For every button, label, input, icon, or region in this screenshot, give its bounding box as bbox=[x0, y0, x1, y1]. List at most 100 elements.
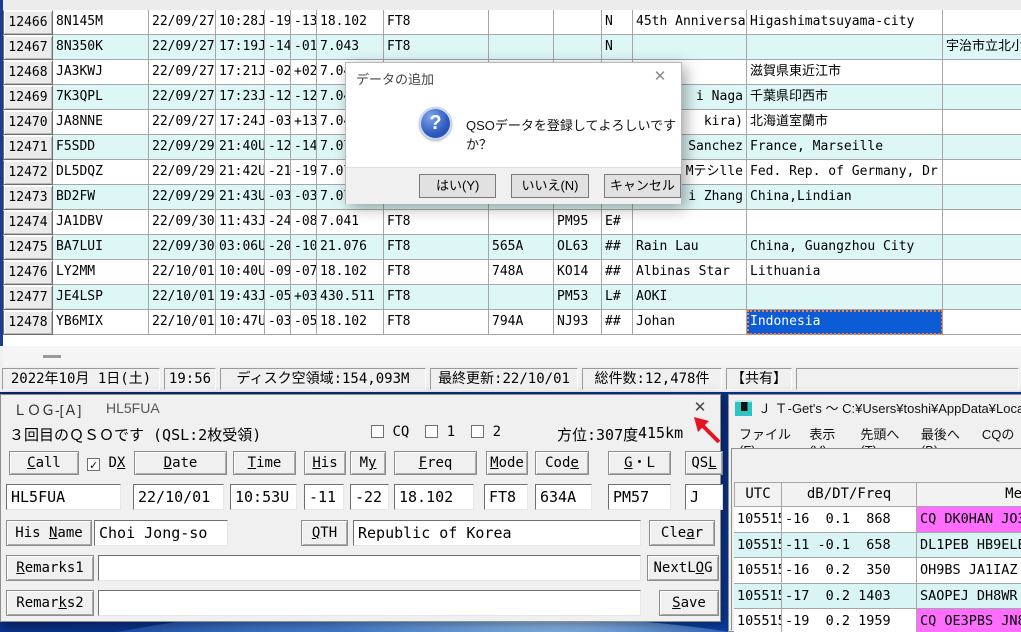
cell-remarks[interactable] bbox=[943, 260, 1021, 285]
cell-mode[interactable]: FT8 bbox=[384, 285, 489, 310]
cell-freq[interactable]: 430.511 bbox=[317, 285, 384, 310]
cell-qsl[interactable]: E# bbox=[602, 210, 633, 235]
cell-call[interactable]: LY2MM bbox=[53, 260, 149, 285]
cell-mode[interactable]: FT8 bbox=[384, 210, 489, 235]
field-input-freq[interactable]: 18.102 bbox=[394, 484, 474, 510]
field-button-freq[interactable]: Freq bbox=[394, 451, 477, 475]
remarks2-input[interactable] bbox=[98, 590, 641, 616]
jt-cell-msg[interactable]: CQ DK0HAN JO3 bbox=[917, 507, 1021, 533]
close-icon[interactable]: ✕ bbox=[649, 67, 671, 87]
cell-mode[interactable]: FT8 bbox=[384, 235, 489, 260]
cell-call[interactable]: BD2FW bbox=[53, 185, 149, 210]
cell-freq[interactable]: 18.102 bbox=[317, 310, 384, 335]
cell-date[interactable]: 22/09/29 bbox=[149, 135, 216, 160]
cell-id[interactable]: 12475 bbox=[3, 235, 53, 260]
cell-code[interactable]: 794A bbox=[489, 310, 554, 335]
checkbox-box[interactable] bbox=[425, 425, 439, 438]
cell-remarks[interactable] bbox=[943, 285, 1021, 310]
menu-item[interactable]: 先頭へ(T) bbox=[860, 424, 902, 458]
cell-time[interactable]: 03:06U bbox=[216, 235, 265, 260]
cell-his[interactable]: -14 bbox=[265, 35, 291, 60]
cell-qth[interactable]: France, Marseille bbox=[747, 135, 943, 160]
cell-remarks[interactable] bbox=[943, 210, 1021, 235]
cell-id[interactable]: 12466 bbox=[3, 10, 53, 35]
cell-remarks[interactable] bbox=[943, 160, 1021, 185]
cell-his[interactable]: -03 bbox=[265, 110, 291, 135]
dx-checkbox[interactable]: ✓ DX bbox=[87, 451, 131, 475]
menu-item[interactable]: 最後へ(B) bbox=[921, 424, 964, 458]
cell-my[interactable]: -01 bbox=[291, 35, 317, 60]
cell-date[interactable]: 22/09/29 bbox=[149, 160, 216, 185]
field-button-code[interactable]: Code bbox=[535, 451, 589, 475]
cell-qth[interactable]: 千葉県印西市 bbox=[747, 85, 943, 110]
cell-id[interactable]: 12469 bbox=[3, 85, 53, 110]
cell-time[interactable]: 17:24J bbox=[216, 110, 265, 135]
menu-item[interactable]: 表示(V) bbox=[809, 424, 842, 458]
cell-date[interactable]: 22/09/27 bbox=[149, 85, 216, 110]
cell-his[interactable]: -05 bbox=[265, 285, 291, 310]
field-button-date[interactable]: Date bbox=[134, 451, 227, 475]
cell-remarks[interactable] bbox=[943, 85, 1021, 110]
cell-remarks[interactable] bbox=[943, 185, 1021, 210]
cell-gl[interactable] bbox=[554, 35, 602, 60]
field-input-code[interactable]: 634A bbox=[535, 484, 592, 510]
cell-code[interactable] bbox=[489, 35, 554, 60]
cell-name[interactable] bbox=[633, 35, 747, 60]
cell-my[interactable]: +03 bbox=[291, 285, 317, 310]
cell-freq[interactable]: 21.076 bbox=[317, 235, 384, 260]
jt-cell-utc[interactable]: 105515 bbox=[734, 507, 782, 533]
cell-time[interactable]: 10:40U bbox=[216, 260, 265, 285]
cell-id[interactable]: 12471 bbox=[3, 135, 53, 160]
jt-cell-utc[interactable]: 105515 bbox=[734, 583, 782, 609]
cell-date[interactable]: 22/10/01 bbox=[149, 285, 216, 310]
jt-cell-msg[interactable]: DL1PEB HB9ELE bbox=[917, 533, 1021, 558]
field-input-call[interactable]: HL5FUA bbox=[6, 484, 121, 510]
cell-time[interactable]: 11:43J bbox=[216, 210, 265, 235]
cell-call[interactable]: JA3KWJ bbox=[53, 60, 149, 85]
field-button-my[interactable]: My bbox=[350, 451, 386, 475]
jt-decode-row[interactable]: 105515 -17 0.2 1403 SAOPEJ DH8WR bbox=[734, 583, 1021, 609]
field-input-my[interactable]: -22 bbox=[350, 484, 389, 510]
cell-qsl[interactable]: ## bbox=[602, 260, 633, 285]
cell-qsl[interactable]: L# bbox=[602, 285, 633, 310]
cell-mode[interactable]: FT8 bbox=[384, 10, 489, 35]
cell-qth[interactable]: Higashimatsuyama-city bbox=[747, 10, 943, 35]
checkbox-box[interactable]: ✓ bbox=[87, 458, 100, 471]
cell-id[interactable]: 12476 bbox=[3, 260, 53, 285]
cell-id[interactable]: 12477 bbox=[3, 285, 53, 310]
cell-mode[interactable]: FT8 bbox=[384, 35, 489, 60]
cell-his[interactable]: -24 bbox=[265, 210, 291, 235]
cell-my[interactable]: +13 bbox=[291, 110, 317, 135]
cell-date[interactable]: 22/09/29 bbox=[149, 185, 216, 210]
cell-remarks[interactable] bbox=[943, 10, 1021, 35]
cell-date[interactable]: 22/09/27 bbox=[149, 35, 216, 60]
cell-name[interactable] bbox=[633, 210, 747, 235]
cell-my[interactable]: -12 bbox=[291, 85, 317, 110]
cancel-button[interactable]: キャンセル bbox=[603, 174, 681, 198]
cell-call[interactable]: JE4LSP bbox=[53, 285, 149, 310]
cell-my[interactable]: -10 bbox=[291, 235, 317, 260]
no-button[interactable]: いいえ(N) bbox=[511, 174, 589, 198]
cell-call[interactable]: 8N350K bbox=[53, 35, 149, 60]
cell-id[interactable]: 12470 bbox=[3, 110, 53, 135]
jt-cell-utc[interactable]: 105515 bbox=[734, 532, 782, 558]
remarks1-input[interactable] bbox=[98, 555, 641, 581]
field-button-qsl[interactable]: QSL bbox=[685, 451, 723, 475]
jt-cell-db[interactable]: -19 0.2 1959 bbox=[782, 609, 917, 632]
cell-gl[interactable] bbox=[554, 10, 602, 35]
cell-gl[interactable]: PM95 bbox=[554, 210, 602, 235]
cell-his[interactable]: -19 bbox=[265, 10, 291, 35]
menu-item[interactable]: ファイル(F) bbox=[739, 424, 791, 458]
jt-decode-row[interactable]: 105515 -19 0.2 1959 CQ OE3PBS JN8 bbox=[734, 609, 1021, 632]
cell-call[interactable]: JA1DBV bbox=[53, 210, 149, 235]
field-button-gl[interactable]: G・L bbox=[608, 451, 671, 475]
qth-input[interactable]: Republic of Korea bbox=[353, 520, 641, 546]
cell-name[interactable]: Albinas Star bbox=[633, 260, 747, 285]
cell-his[interactable]: -09 bbox=[265, 260, 291, 285]
cell-name[interactable]: Rain Lau bbox=[633, 235, 747, 260]
field-button-time[interactable]: Time bbox=[233, 451, 296, 475]
cell-date[interactable]: 22/10/01 bbox=[149, 260, 216, 285]
cell-id[interactable]: 12474 bbox=[3, 210, 53, 235]
nextlog-button[interactable]: NextLOG bbox=[647, 555, 719, 581]
cell-qsl[interactable]: N bbox=[602, 35, 633, 60]
